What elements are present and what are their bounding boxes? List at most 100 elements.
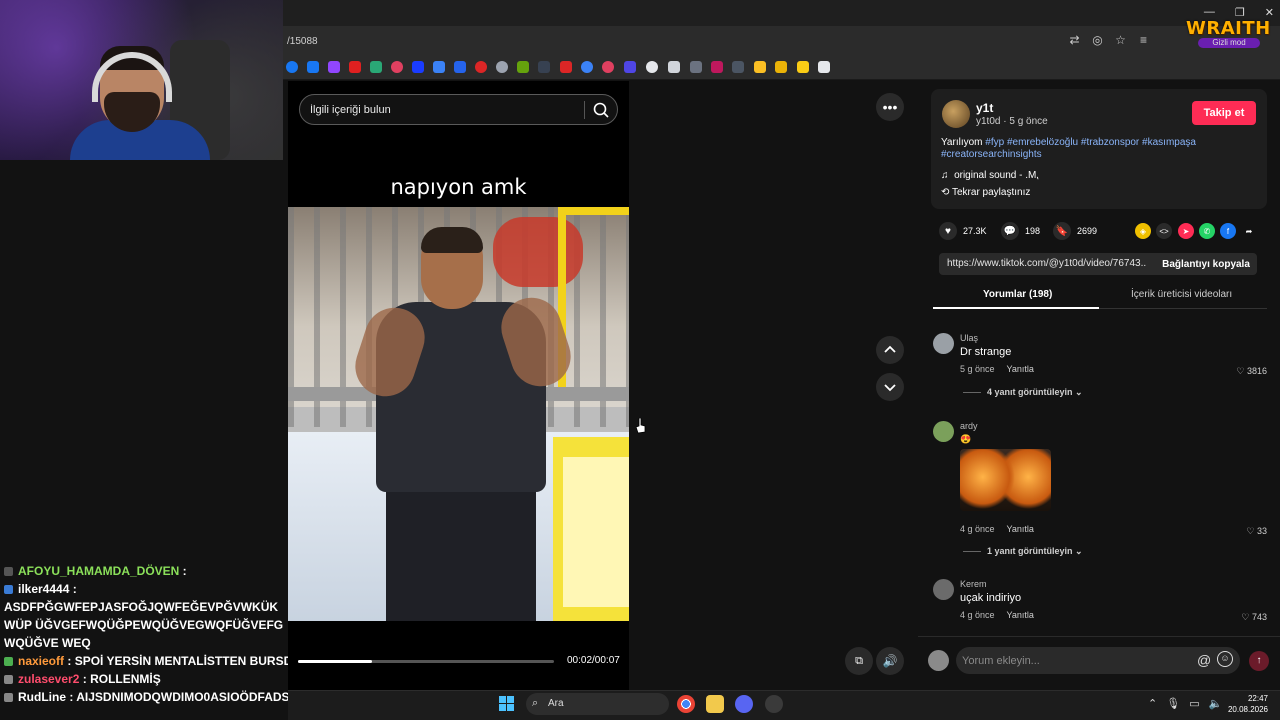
bookmark-icon[interactable]: [754, 61, 766, 73]
bookmark-icon[interactable]: [286, 61, 298, 73]
app-icon[interactable]: [765, 695, 783, 713]
bookmark-icon[interactable]: [581, 61, 593, 73]
search-divider: [584, 101, 585, 119]
bookmark-icon[interactable]: [797, 61, 809, 73]
previous-video-icon[interactable]: [876, 336, 904, 364]
bookmark-icon[interactable]: [560, 61, 572, 73]
author-avatar[interactable]: [942, 100, 970, 128]
bookmark-icon[interactable]: [412, 61, 424, 73]
comment-like[interactable]: ♡ 33: [1246, 526, 1267, 537]
star-icon[interactable]: ☆: [1114, 34, 1127, 47]
windows-start-icon[interactable]: [499, 696, 515, 712]
stream-chat: AFOYU_HAMAMDA_DÖVEN : ilker4444 : ASDFPĞ…: [0, 562, 288, 720]
heart-icon[interactable]: ♥: [939, 222, 957, 240]
chat-message: ilker4444 :: [4, 580, 288, 598]
bookmark-icon[interactable]: [538, 61, 550, 73]
avatar[interactable]: [933, 333, 954, 354]
address-url[interactable]: /15088: [287, 36, 318, 47]
eye-off-icon[interactable]: ◎: [1091, 34, 1104, 47]
comment-text: uçak indiriyo: [960, 592, 1022, 604]
miniplayer-icon[interactable]: ⧉: [845, 647, 873, 675]
copy-link-button[interactable]: Bağlantıyı kopyala: [1155, 253, 1257, 275]
action-bar: ♥ 27.3K 💬 198 🔖 2699 ◈ <> ➤ ✆ f ➦: [939, 222, 1259, 240]
video-frame[interactable]: [288, 207, 629, 621]
search-icon[interactable]: [591, 100, 611, 120]
translate-icon[interactable]: ⇄: [1068, 34, 1081, 47]
bookmark-icon[interactable]: [307, 61, 319, 73]
next-video-icon[interactable]: [876, 373, 904, 401]
coin-icon[interactable]: ◈: [1135, 223, 1151, 239]
view-replies-button[interactable]: 1 yanıt görüntüleyin ⌄: [963, 546, 1083, 557]
reply-button[interactable]: Yanıtla: [1007, 524, 1034, 534]
display-icon[interactable]: ▭: [1189, 697, 1199, 710]
avatar[interactable]: [933, 579, 954, 600]
system-clock[interactable]: 22:47 20.08.2026: [1222, 693, 1268, 715]
bookmark-icon[interactable]: [517, 61, 529, 73]
bookmark-icon[interactable]: [496, 61, 508, 73]
share-link[interactable]: https://www.tiktok.com/@y1t0d/video/7674…: [947, 258, 1147, 269]
wraith-logo: WRAITH: [1186, 18, 1271, 39]
sound-row[interactable]: ♫ original sound - ⁧⹁M.: [941, 167, 1039, 181]
bookmark-icon[interactable]: [690, 61, 702, 73]
bookmark-icon[interactable]: [349, 61, 361, 73]
reading-list-icon[interactable]: ≡: [1137, 34, 1150, 47]
bookmark-icon[interactable]: [732, 61, 744, 73]
comment-like[interactable]: ♡ 3816: [1236, 366, 1267, 377]
view-replies-button[interactable]: 4 yanıt görüntüleyin ⌄: [963, 387, 1083, 398]
send-icon[interactable]: ➤: [1178, 223, 1194, 239]
tab-creator-videos[interactable]: İçerik üreticisi videoları: [1131, 289, 1232, 300]
chat-message: zulasever2 : ROLLENMİŞ: [4, 670, 288, 688]
chrome-icon[interactable]: [677, 695, 695, 713]
send-icon[interactable]: ↑: [1249, 651, 1269, 671]
bookmark-icon[interactable]: [602, 61, 614, 73]
bookmark-icon[interactable]: [775, 61, 787, 73]
mention-icon[interactable]: @: [1197, 652, 1211, 668]
bookmark-icon[interactable]: [433, 61, 445, 73]
comment-item: Ulaş Dr strange 5 g önce Yanıtla ♡ 3816 4…: [933, 333, 1267, 403]
bookmark-icon[interactable]: [711, 61, 723, 73]
speaker-icon[interactable]: 🔈: [1209, 697, 1223, 710]
reply-button[interactable]: Yanıtla: [1007, 610, 1034, 620]
microphone-icon[interactable]: 🎙: [1166, 697, 1180, 710]
reply-button[interactable]: Yanıtla: [1007, 364, 1034, 374]
bookmark-icon[interactable]: [818, 61, 830, 73]
bookmark-icon[interactable]: [646, 61, 658, 73]
bookmark-icon[interactable]: [391, 61, 403, 73]
file-explorer-icon[interactable]: [706, 695, 724, 713]
comment-user[interactable]: ardy: [960, 421, 978, 431]
share-icon[interactable]: ➦: [1241, 223, 1257, 239]
follow-button[interactable]: Takip et: [1192, 101, 1256, 125]
whatsapp-icon[interactable]: ✆: [1199, 223, 1215, 239]
bookmark-icon[interactable]: [624, 61, 636, 73]
comment-time: 4 g önce: [960, 610, 995, 620]
comment-image[interactable]: [960, 449, 1051, 511]
volume-icon[interactable]: 🔊: [876, 647, 904, 675]
comment-time: 4 g önce: [960, 524, 995, 534]
bookmark-icon[interactable]: [454, 61, 466, 73]
video-progress-bar[interactable]: [298, 660, 554, 663]
discord-icon[interactable]: [735, 695, 753, 713]
embed-icon[interactable]: <>: [1156, 223, 1172, 239]
comment-user[interactable]: Ulaş: [960, 333, 978, 343]
chat-message: RudLine : AIJSDNIMODQWDIMO0ASIOÖDFADSÖ: [4, 688, 288, 706]
bookmark-icon[interactable]: [668, 61, 680, 73]
tab-comments[interactable]: Yorumlar (198): [983, 289, 1052, 300]
search-input[interactable]: [310, 101, 570, 119]
bookmark-icon[interactable]: [475, 61, 487, 73]
facebook-icon[interactable]: f: [1220, 223, 1236, 239]
chevron-up-icon[interactable]: ⌃: [1148, 697, 1157, 710]
bookmark-icon[interactable]: 🔖: [1053, 222, 1071, 240]
bookmark-icon[interactable]: [370, 61, 382, 73]
comment-like[interactable]: ♡ 743: [1241, 612, 1267, 623]
search-box[interactable]: [299, 94, 618, 125]
avatar[interactable]: [933, 421, 954, 442]
author-name[interactable]: y1t: [976, 101, 993, 115]
save-count: 2699: [1077, 226, 1098, 236]
comment-icon[interactable]: 💬: [1001, 222, 1019, 240]
comment-user[interactable]: Kerem: [960, 579, 987, 589]
emoji-icon[interactable]: ☺: [1217, 651, 1233, 667]
incognito-badge[interactable]: Gizli mod: [1198, 38, 1260, 48]
avatar[interactable]: [928, 650, 949, 671]
more-options-icon[interactable]: •••: [876, 93, 904, 121]
bookmark-icon[interactable]: [328, 61, 340, 73]
